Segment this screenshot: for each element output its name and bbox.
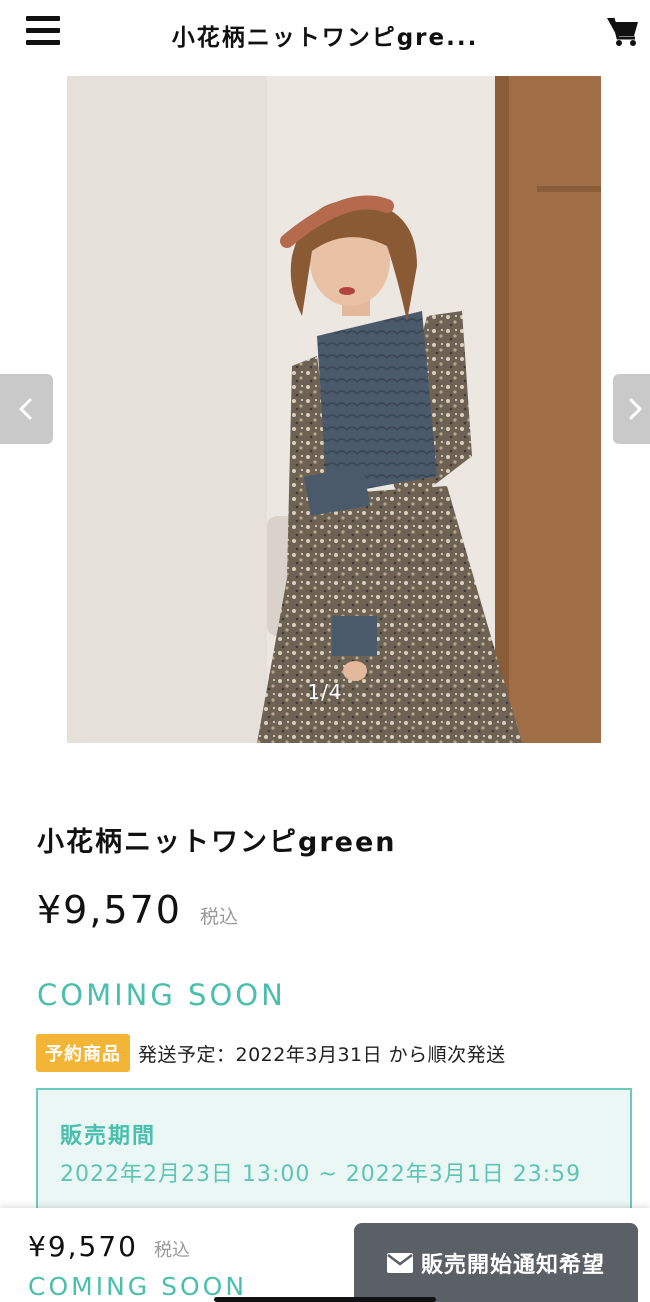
header-bar: 小花柄ニットワンピgre... [0, 0, 650, 66]
product-image[interactable] [67, 76, 601, 743]
chevron-right-icon [629, 398, 642, 420]
image-counter: 1/4 [307, 680, 343, 704]
status-coming-soon: COMING SOON [37, 978, 286, 1012]
sales-period-box: 販売期間 2022年2月23日 13:00 ~ 2022年3月1日 23:59 [36, 1088, 632, 1228]
envelope-icon [386, 1252, 413, 1273]
home-indicator [214, 1297, 436, 1302]
product-name: 小花柄ニットワンピgreen [37, 827, 397, 858]
footer-price: ¥9,570 [28, 1230, 138, 1263]
sticky-footer: ¥9,570 税込 COMING SOON 販売開始通知希望 [0, 1208, 650, 1302]
shipping-schedule: 発送予定：2022年3月31日 から順次発送 [138, 1043, 506, 1066]
preorder-info: 予約商品 発送予定：2022年3月31日 から順次発送 [36, 1034, 506, 1072]
price-row: ¥9,570 税込 [37, 888, 238, 932]
page-title: 小花柄ニットワンピgre... [171, 25, 479, 51]
gallery-next-button[interactable] [613, 374, 650, 444]
footer-tax-label: 税込 [153, 1240, 190, 1261]
chevron-left-icon [19, 398, 32, 420]
notify-button-label: 販売開始通知希望 [420, 1252, 605, 1278]
gallery-prev-button[interactable] [0, 374, 53, 444]
preorder-badge: 予約商品 [36, 1034, 130, 1072]
tax-label: 税込 [199, 906, 238, 928]
footer-price-row: ¥9,570 税込 [28, 1230, 190, 1263]
sales-period-title: 販売期間 [60, 1124, 157, 1149]
hamburger-menu-icon[interactable] [26, 16, 60, 46]
shopping-cart-icon[interactable] [606, 14, 640, 48]
notify-sale-start-button[interactable]: 販売開始通知希望 [354, 1223, 638, 1302]
sales-period-range: 2022年2月23日 13:00 ~ 2022年3月1日 23:59 [60, 1162, 582, 1187]
product-price: ¥9,570 [37, 888, 182, 932]
